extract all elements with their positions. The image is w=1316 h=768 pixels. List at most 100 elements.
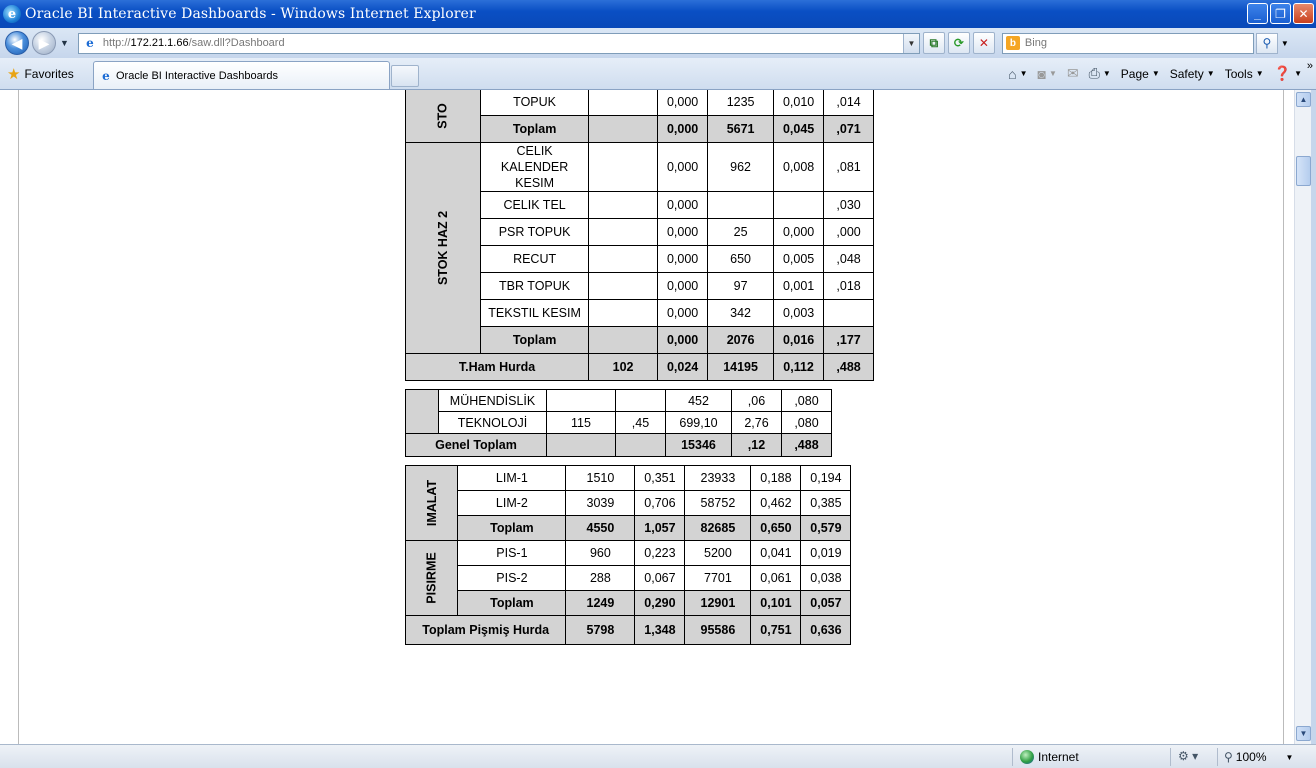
- address-dropdown-icon[interactable]: ▼: [902, 33, 919, 53]
- tab-oracle-bi[interactable]: e Oracle BI Interactive Dashboards: [93, 61, 390, 89]
- scroll-down-icon[interactable]: ▼: [1296, 726, 1311, 741]
- table-cell: 58752: [684, 490, 752, 516]
- mail-button[interactable]: ✉: [1067, 65, 1079, 82]
- compatibility-view-icon[interactable]: ⧉: [922, 32, 945, 54]
- table-row: IMALAT LIM-1 1510 0,351 23933 0,188 0,194: [404, 465, 852, 541]
- table-cell: ,014: [823, 90, 875, 116]
- table-cell: [546, 389, 616, 412]
- stop-icon[interactable]: ✕: [972, 32, 995, 54]
- tab-label: Oracle BI Interactive Dashboards: [116, 69, 279, 82]
- scroll-thumb[interactable]: [1296, 156, 1311, 186]
- table-cell: 0,003: [773, 299, 825, 327]
- globe-icon: [1020, 750, 1034, 764]
- table-cell: ,12: [731, 433, 782, 457]
- table-cell: 0,188: [750, 465, 802, 491]
- table-cell: 0,067: [634, 565, 686, 591]
- table-cell: Toplam: [480, 115, 590, 143]
- protected-mode-icon[interactable]: ⚙ ▾: [1178, 749, 1198, 763]
- table-cell: LIM-1: [457, 465, 567, 491]
- table-cell: 0,008: [773, 142, 825, 192]
- table-cell: Toplam: [480, 326, 590, 354]
- table-cell: 0,223: [634, 540, 686, 566]
- table-cell: 0,101: [750, 590, 802, 616]
- table-total-row: T.Ham Hurda 102 0,024 14195 0,112,488: [404, 353, 875, 381]
- table-cell: Genel Toplam: [405, 433, 547, 457]
- table-cell: T.Ham Hurda: [404, 353, 590, 381]
- table-cell: CELIK KALENDER KESIM: [480, 142, 590, 192]
- feeds-button[interactable]: ◙ ▼: [1038, 66, 1057, 82]
- table-cell: [615, 433, 666, 457]
- table-cell: [588, 218, 659, 246]
- table-cell: [588, 272, 659, 300]
- safety-menu[interactable]: Safety ▼: [1170, 67, 1215, 81]
- table-cell: 5671: [707, 115, 775, 143]
- table-cell: 0,024: [657, 353, 709, 381]
- table-row: PISIRME PIS-1 960 0,223 5200 0,041 0,019: [404, 540, 852, 616]
- status-bar: Internet ⚙ ▾ ⚲ 100% ▼: [0, 744, 1316, 768]
- table-cell: 3039: [565, 490, 636, 516]
- ie-icon: e: [3, 5, 21, 23]
- table-cell: 0,000: [657, 218, 709, 246]
- table-cell: 0,000: [657, 191, 709, 219]
- table-cell: 0,751: [750, 615, 802, 645]
- table-cell: 0,010: [773, 90, 825, 116]
- new-tab-button[interactable]: [391, 65, 419, 87]
- table-cell: ,000: [823, 218, 875, 246]
- table-cell: 97: [707, 272, 775, 300]
- table-cell: 2076: [707, 326, 775, 354]
- table-cell: CELIK TEL: [480, 191, 590, 219]
- report-table-stok: STO TOPUK 0,000 1235 0,010,014 Toplam 0,000 567…: [404, 90, 875, 381]
- table-cell: Toplam Pişmiş Hurda: [404, 615, 567, 645]
- page-menu[interactable]: Page ▼: [1121, 67, 1160, 81]
- table-cell: 1,057: [634, 515, 686, 541]
- table-cell: 5798: [565, 615, 636, 645]
- table-cell: 288: [565, 565, 636, 591]
- mail-icon: ✉: [1066, 65, 1079, 81]
- table-cell: ,018: [823, 272, 875, 300]
- address-bar-row: ◀ ▶ ▼ e http://172.21.1.66/saw.dll?Dashb…: [0, 28, 1316, 58]
- zoom-control[interactable]: ⚲ 100% ▼: [1224, 750, 1293, 764]
- table-total-row: Genel Toplam 15346,12,488: [405, 433, 832, 457]
- table-cell: TOPUK: [480, 90, 590, 116]
- search-box[interactable]: b Bing: [1001, 32, 1254, 54]
- table-cell: 115: [546, 411, 616, 434]
- favorites-button[interactable]: ★ Favorites: [7, 65, 74, 83]
- table-cell: TEKNOLOJİ: [438, 411, 547, 434]
- search-icon[interactable]: ⚲: [1255, 32, 1278, 54]
- table-cell: 960: [565, 540, 636, 566]
- star-icon: ★: [7, 65, 21, 83]
- maximize-button[interactable]: ❐: [1270, 3, 1291, 24]
- table-cell: [588, 245, 659, 273]
- minimize-button[interactable]: _: [1247, 3, 1268, 24]
- table-row: LIM-2 3039 0,706 58752 0,462 0,385: [406, 490, 852, 516]
- home-button[interactable]: ⌂ ▼: [1008, 66, 1027, 82]
- table-cell: [588, 326, 659, 354]
- scroll-up-icon[interactable]: ▲: [1296, 92, 1311, 107]
- bing-icon: b: [1005, 36, 1020, 50]
- print-button[interactable]: ⎙ ▼: [1089, 65, 1111, 82]
- printer-icon: ⎙: [1088, 65, 1100, 81]
- tools-menu[interactable]: Tools ▼: [1225, 67, 1264, 81]
- table-row: STO TOPUK 0,000 1235 0,010,014: [404, 90, 875, 143]
- table-cell: [707, 191, 775, 219]
- close-button[interactable]: ✕: [1293, 3, 1314, 24]
- tab-ie-icon: e: [102, 68, 110, 83]
- help-menu[interactable]: ❓ ▼: [1274, 65, 1302, 82]
- more-chevron-icon[interactable]: »: [1307, 60, 1313, 72]
- refresh-icon[interactable]: ⟳: [947, 32, 970, 54]
- forward-button[interactable]: ▶: [32, 31, 56, 55]
- table-cell: [588, 191, 659, 219]
- search-options-icon[interactable]: ▼: [1281, 39, 1289, 48]
- address-field[interactable]: e http://172.21.1.66/saw.dll?Dashboard ▼: [77, 32, 920, 54]
- table-cell: [615, 389, 666, 412]
- back-button[interactable]: ◀: [5, 31, 29, 55]
- vertical-scrollbar[interactable]: ▲ ▼: [1294, 90, 1311, 744]
- security-zone[interactable]: Internet: [1020, 750, 1079, 764]
- table-cell: 1510: [565, 465, 636, 491]
- history-dropdown-icon[interactable]: ▼: [60, 38, 69, 48]
- table-cell: 0,000: [657, 299, 709, 327]
- search-placeholder[interactable]: Bing: [1025, 37, 1047, 49]
- url-text[interactable]: http://172.21.1.66/saw.dll?Dashboard: [103, 37, 285, 49]
- table-cell: 4550: [565, 515, 636, 541]
- table-cell: 0,290: [634, 590, 686, 616]
